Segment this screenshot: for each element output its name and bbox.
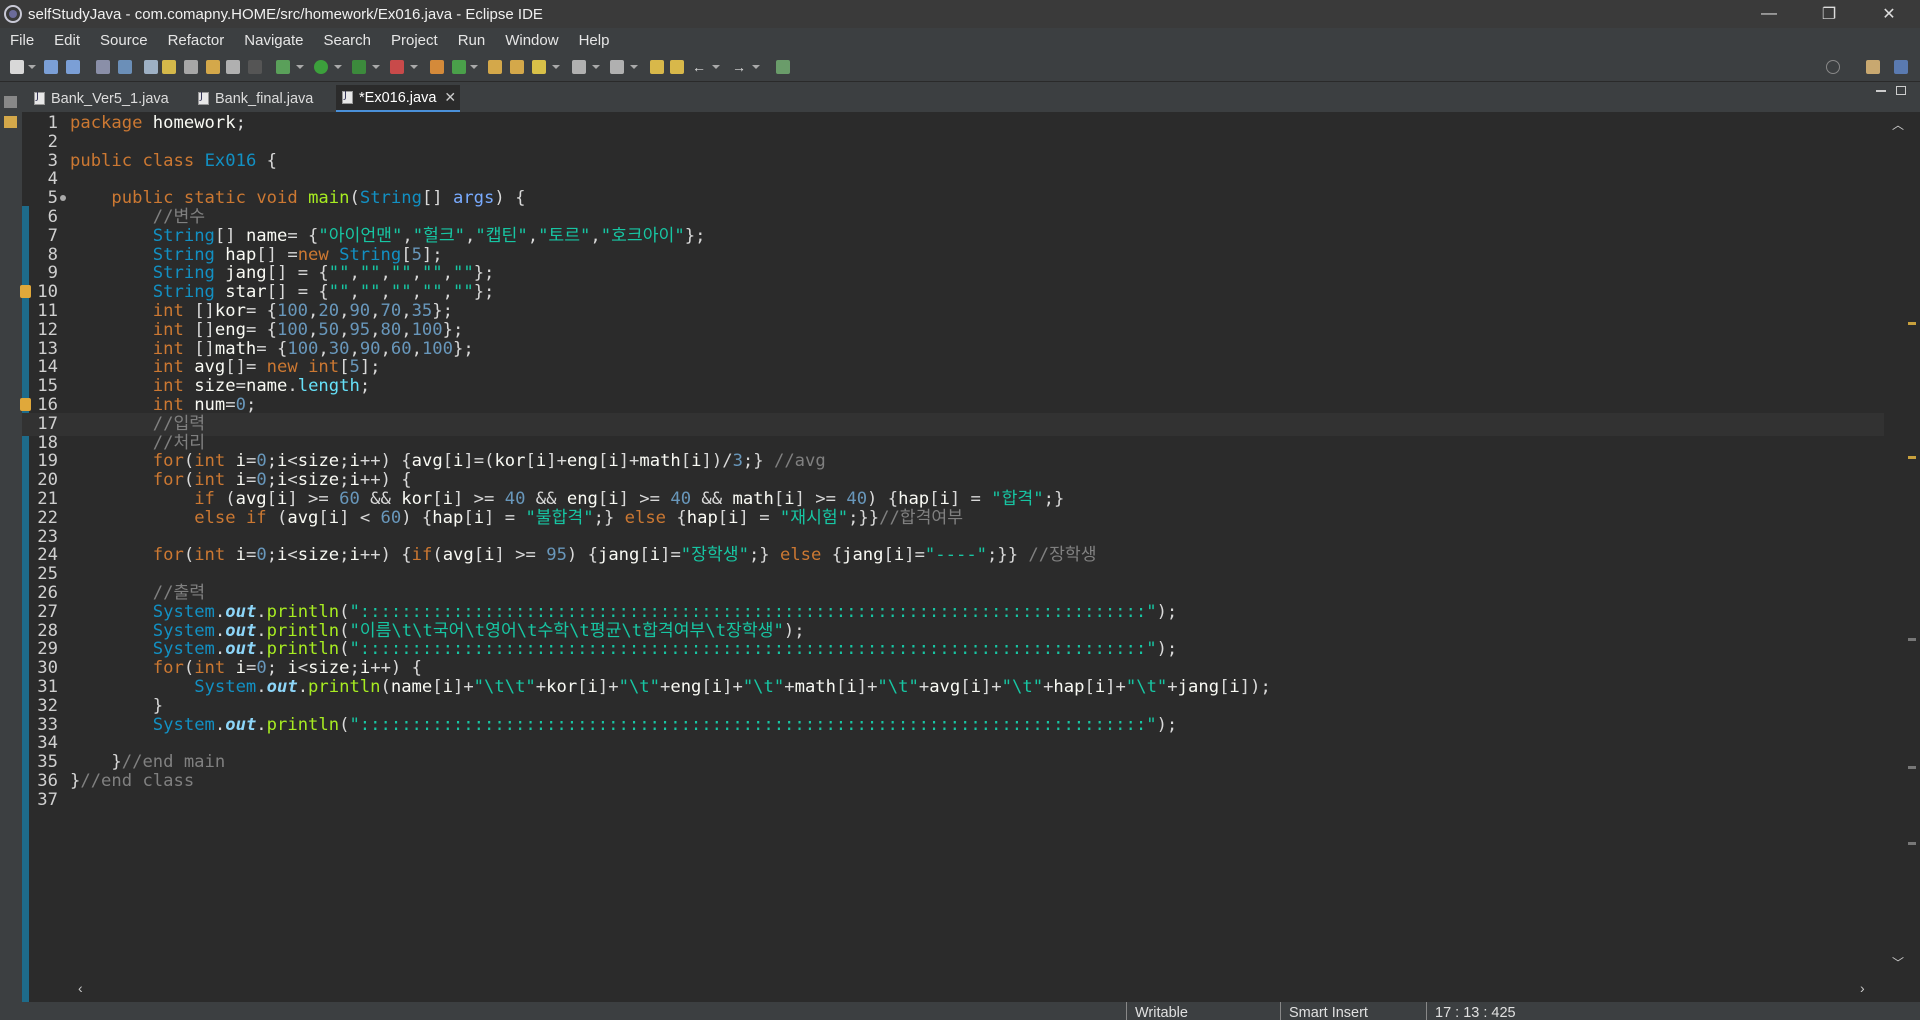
toggle-mark-occurrences-icon[interactable] <box>144 60 158 74</box>
status-writable: Writable <box>1126 1002 1252 1020</box>
main-toolbar: ← → <box>0 52 1920 82</box>
eclipse-logo-icon <box>4 5 22 23</box>
terminal-icon[interactable] <box>96 60 110 74</box>
overview-warning-marker[interactable] <box>1908 322 1916 325</box>
external-tools-dropdown-icon[interactable] <box>410 65 418 69</box>
back-arrow-icon[interactable]: ← <box>692 60 706 74</box>
scroll-up-icon[interactable]: ︿ <box>1892 116 1904 133</box>
new-class-icon[interactable] <box>452 60 466 74</box>
new-java-project-icon[interactable] <box>430 60 444 74</box>
skip-breakpoints-icon[interactable] <box>118 60 132 74</box>
scrollbar-thumb[interactable] <box>106 984 1836 994</box>
open-task-icon[interactable] <box>510 60 524 74</box>
left-trim-bar <box>0 82 22 1002</box>
open-perspective-icon[interactable] <box>1866 60 1880 74</box>
last-edit-location-icon[interactable] <box>650 60 664 74</box>
external-tools-icon[interactable] <box>390 60 404 74</box>
new-icon[interactable] <box>10 60 24 74</box>
maximize-editor-icon[interactable] <box>1896 86 1906 95</box>
tab-label: Bank_final.java <box>215 90 314 107</box>
paragraph-icon[interactable] <box>248 60 262 74</box>
package-explorer-icon[interactable] <box>4 116 17 128</box>
scroll-down-icon[interactable]: ﹀ <box>1892 954 1904 971</box>
next-annotation-icon[interactable] <box>572 60 586 74</box>
java-perspective-icon[interactable] <box>1894 60 1908 74</box>
open-folder-icon[interactable] <box>488 60 502 74</box>
window-title: selfStudyJava - com.comapny.HOME/src/hom… <box>28 5 543 23</box>
java-file-icon <box>198 91 209 105</box>
code-line[interactable]: 37 <box>22 789 1884 812</box>
overview-marker[interactable] <box>1908 638 1916 641</box>
editor-area: Bank_Ver5_1.java Bank_final.java *Ex016.… <box>20 82 1920 1012</box>
forward-dropdown-icon[interactable] <box>752 65 760 69</box>
code-editor[interactable]: 1 package homework; 2 3 public class Ex016 {… <box>20 112 1884 1012</box>
debug-icon[interactable] <box>276 60 290 74</box>
forward-arrow-icon[interactable]: → <box>732 60 746 74</box>
previous-annotation-icon[interactable] <box>610 60 624 74</box>
status-bar: Writable Smart Insert 17 : 13 : 425 <box>0 1002 1920 1020</box>
toggle-block-selection-icon[interactable] <box>184 60 198 74</box>
menu-search[interactable]: Search <box>313 32 381 49</box>
pin-editor-icon[interactable] <box>776 60 790 74</box>
menu-navigate[interactable]: Navigate <box>234 32 313 49</box>
run-dropdown-icon[interactable] <box>334 65 342 69</box>
save-icon[interactable] <box>44 60 58 74</box>
line-number[interactable]: 37 <box>22 789 58 812</box>
tab-bank-final[interactable]: Bank_final.java <box>192 85 342 112</box>
overview-marker[interactable] <box>1908 766 1916 769</box>
menu-run[interactable]: Run <box>448 32 496 49</box>
warning-icon[interactable] <box>20 285 31 299</box>
warning-icon[interactable] <box>20 398 31 411</box>
back-dropdown-icon[interactable] <box>712 65 720 69</box>
tab-ex016[interactable]: *Ex016.java ✕ <box>336 85 460 112</box>
restore-icon[interactable] <box>4 96 17 108</box>
previous-annotation-dropdown-icon[interactable] <box>630 65 638 69</box>
maximize-button[interactable]: ❐ <box>1806 0 1852 28</box>
menu-help[interactable]: Help <box>569 32 620 49</box>
menu-source[interactable]: Source <box>90 32 158 49</box>
search-icon[interactable] <box>1826 60 1840 74</box>
close-button[interactable]: ✕ <box>1866 0 1912 28</box>
coverage-icon[interactable] <box>352 60 366 74</box>
java-file-icon <box>342 90 353 104</box>
title-bar: selfStudyJava - com.comapny.HOME/src/hom… <box>0 0 1920 28</box>
editor-tab-bar: Bank_Ver5_1.java Bank_final.java *Ex016.… <box>22 82 1920 112</box>
debug-dropdown-icon[interactable] <box>296 65 304 69</box>
open-type-icon[interactable] <box>206 60 220 74</box>
menu-window[interactable]: Window <box>495 32 568 49</box>
menu-bar: File Edit Source Refactor Navigate Searc… <box>0 28 1920 52</box>
fold-marker-icon[interactable] <box>60 195 66 202</box>
last-edit-forward-icon[interactable] <box>670 60 684 74</box>
new-dropdown-icon[interactable] <box>28 65 36 69</box>
status-insert-mode: Smart Insert <box>1280 1002 1420 1020</box>
show-whitespace-icon[interactable] <box>226 60 240 74</box>
menu-project[interactable]: Project <box>381 32 448 49</box>
next-annotation-dropdown-icon[interactable] <box>592 65 600 69</box>
vertical-scrollbar[interactable]: ︿ ﹀ <box>1884 112 1920 976</box>
tab-bank-ver5-1[interactable]: Bank_Ver5_1.java <box>28 85 184 112</box>
menu-file[interactable]: File <box>0 32 44 49</box>
java-file-icon <box>34 91 45 105</box>
overview-warning-marker[interactable] <box>1908 456 1916 459</box>
tab-close-icon[interactable]: ✕ <box>444 89 456 106</box>
tab-label: Bank_Ver5_1.java <box>51 90 169 107</box>
scroll-left-icon[interactable]: ‹ <box>78 980 83 996</box>
minimize-editor-icon[interactable] <box>1876 90 1886 92</box>
new-class-dropdown-icon[interactable] <box>470 65 478 69</box>
status-cursor-position: 17 : 13 : 425 <box>1426 1002 1566 1020</box>
minimize-button[interactable]: — <box>1746 0 1792 28</box>
highlight-icon[interactable] <box>162 60 176 74</box>
search-tool-icon[interactable] <box>532 60 546 74</box>
tab-label: *Ex016.java <box>359 89 437 106</box>
scroll-right-icon[interactable]: › <box>1860 980 1865 996</box>
run-icon[interactable] <box>314 60 328 74</box>
menu-refactor[interactable]: Refactor <box>158 32 235 49</box>
menu-edit[interactable]: Edit <box>44 32 90 49</box>
save-all-icon[interactable] <box>66 60 80 74</box>
horizontal-scrollbar[interactable]: ‹ › <box>70 980 1884 1000</box>
search-dropdown-icon[interactable] <box>552 65 560 69</box>
overview-marker[interactable] <box>1908 842 1916 845</box>
coverage-dropdown-icon[interactable] <box>372 65 380 69</box>
